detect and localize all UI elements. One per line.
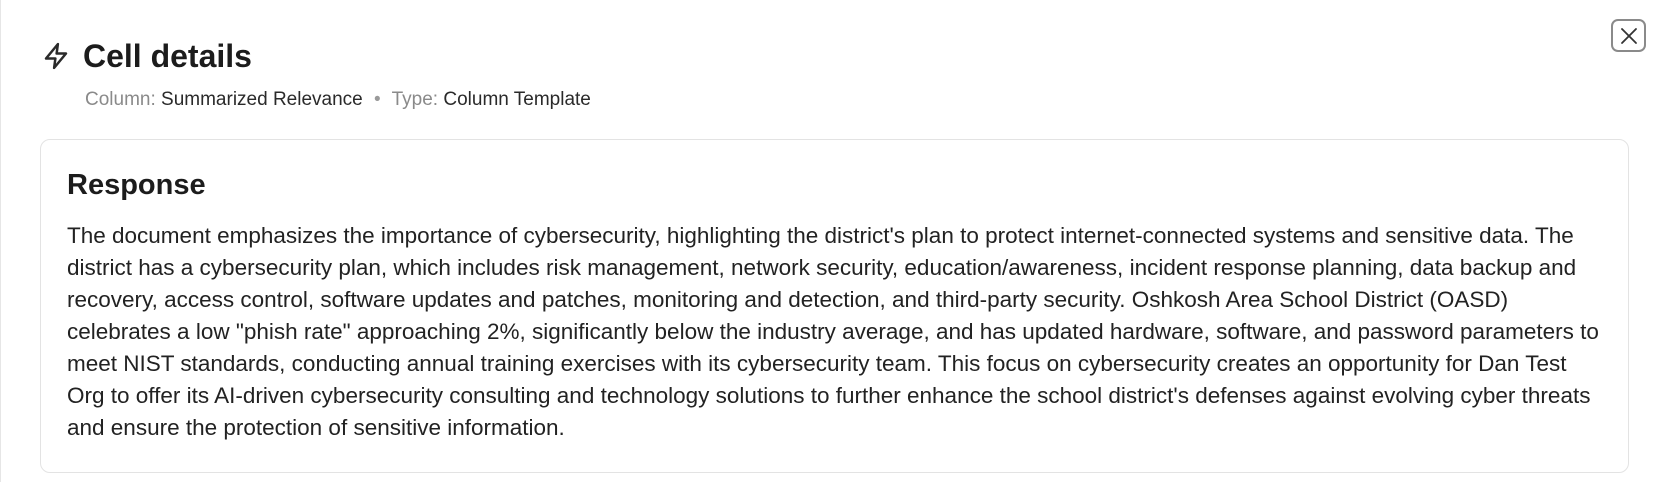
close-button[interactable] [1611, 19, 1646, 52]
response-card: Response The document emphasizes the imp… [40, 139, 1629, 473]
page-title: Cell details [83, 38, 252, 74]
cell-meta: Column: Summarized Relevance • Type: Col… [85, 88, 591, 112]
type-value: Column Template [443, 89, 591, 110]
meta-separator: • [374, 89, 381, 110]
response-title: Response [67, 169, 206, 201]
column-label: Column: [85, 89, 156, 110]
panel-header: Cell details [39, 36, 252, 76]
column-value: Summarized Relevance [161, 89, 363, 110]
bolt-icon [39, 39, 73, 73]
response-text: The document emphasizes the importance o… [67, 223, 1599, 440]
close-icon [1620, 27, 1637, 44]
type-label: Type: [391, 89, 439, 110]
cell-details-panel: Cell details Column: Summarized Relevanc… [0, 0, 1658, 482]
